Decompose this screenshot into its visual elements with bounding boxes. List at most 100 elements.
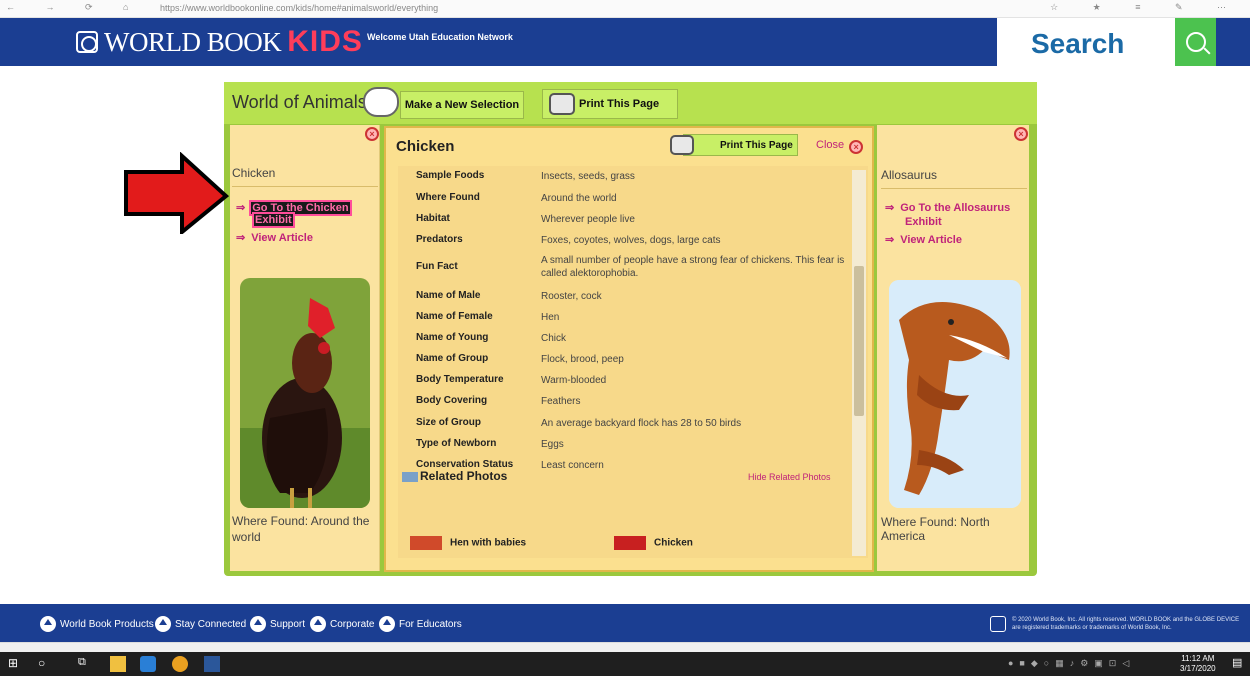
footer-link-educators[interactable]: For Educators [379, 616, 462, 632]
fact-label: Name of Female [416, 311, 493, 322]
page-horizontal-scrollbar[interactable] [0, 642, 1250, 652]
arrow-right-icon: ⇒ [236, 202, 246, 214]
search-label: Search [1031, 28, 1125, 59]
browser-actions-icons[interactable]: ☆ ★ ≡ ✎ ⋯ [1050, 2, 1242, 13]
detail-print-label: Print This Page [720, 140, 793, 151]
left-where-found: Where Found: Around the world [232, 514, 370, 544]
world-book-globe-icon [990, 616, 1006, 632]
facts-scroll-area[interactable]: Sample Foods Insects, seeds, grass Where F… [398, 166, 868, 558]
detail-header: Chicken Print This Page Close × [386, 128, 872, 160]
allosaurus-image [889, 280, 1021, 508]
animal-detail-panel: Chicken Print This Page Close × Sample F… [384, 126, 874, 572]
animals-toolbar: World of Animals Make a New Selection Pr… [224, 82, 1037, 124]
fact-label: Name of Young [416, 332, 489, 343]
divider [232, 186, 378, 187]
fact-label: Body Covering [416, 395, 488, 406]
fact-label: Where Found [416, 192, 480, 203]
printer-icon [549, 93, 575, 115]
facts-scrollbar[interactable] [852, 170, 866, 556]
pointing-hand-icon [363, 87, 399, 117]
related-photo-chicken[interactable]: Chicken [614, 536, 693, 550]
up-arrow-icon [40, 616, 56, 632]
system-tray-icons[interactable]: ●■◆○▦♪⚙▣⊡◁ [1008, 658, 1135, 669]
footer-link-corporate[interactable]: Corporate [310, 616, 374, 632]
fact-value: Hen [541, 312, 560, 323]
windows-taskbar: ⊞ ○ ⧉ ●■◆○▦♪⚙▣⊡◁ 11:12 AM 3/17/2020 ▤ [0, 652, 1250, 676]
search-field[interactable]: Search [997, 18, 1175, 66]
goto-chicken-exhibit-link[interactable]: ⇒ Go To the Chicken [236, 200, 352, 216]
detail-close-button[interactable]: Close × [816, 138, 864, 154]
allosaurus-photo[interactable] [889, 280, 1021, 508]
view-article-link[interactable]: ⇒ View Article [236, 231, 313, 244]
detail-print-button[interactable]: Print This Page [670, 134, 798, 156]
chrome-browser-icon[interactable] [172, 656, 188, 672]
taskbar-clock[interactable]: 11:12 AM 3/17/2020 [1180, 654, 1216, 674]
arrow-right-icon: ⇒ [885, 234, 895, 246]
right-animal-card: × Allosaurus ⇒ Go To the Allosaurus Exhib… [877, 125, 1029, 571]
copyright-text: © 2020 World Book, Inc. All rights reser… [1012, 617, 1240, 631]
camera-icon [402, 471, 418, 482]
fact-value: Wherever people live [541, 214, 635, 225]
welcome-text: Welcome Utah Education Network [367, 32, 513, 42]
windows-start-icon[interactable]: ⊞ [8, 656, 24, 672]
chicken-photo[interactable] [240, 278, 370, 508]
browser-nav-icons[interactable]: ← → ⟳ ⌂ [6, 2, 142, 13]
notifications-icon[interactable]: ▤ [1232, 656, 1248, 672]
up-arrow-icon [155, 616, 171, 632]
print-page-label: Print This Page [579, 98, 660, 110]
search-button[interactable] [1175, 18, 1216, 66]
logo-world-book: WORLD BOOK [104, 26, 282, 57]
fact-label: Predators [416, 234, 463, 245]
fact-value: A small number of people have a strong f… [541, 255, 845, 279]
scrollbar-thumb[interactable] [854, 266, 864, 416]
new-selection-label: Make a New Selection [404, 99, 520, 111]
divider [881, 188, 1027, 189]
arrow-right-icon: ⇒ [236, 232, 246, 244]
fact-value: Insects, seeds, grass [541, 171, 635, 182]
photo-thumbnail [410, 536, 442, 550]
search-taskbar-icon[interactable]: ○ [38, 656, 54, 672]
close-right-icon[interactable]: × [1014, 127, 1028, 141]
fact-value: Warm-blooded [541, 375, 607, 386]
up-arrow-icon [250, 616, 266, 632]
world-book-kids-logo[interactable]: WORLD BOOK KIDS [76, 25, 363, 58]
chicken-image [240, 278, 370, 508]
word-icon[interactable] [204, 656, 220, 672]
file-explorer-icon[interactable] [110, 656, 126, 672]
animals-panel: World of Animals Make a New Selection Pr… [224, 82, 1037, 576]
related-photo-hen-with-babies[interactable]: Hen with babies [410, 536, 526, 550]
footer-link-support[interactable]: Support [250, 616, 305, 632]
fact-value: An average backyard flock has 28 to 50 b… [541, 418, 742, 429]
goto-allosaurus-exhibit-link-line2[interactable]: Exhibit [905, 216, 942, 228]
globe-logo-icon [76, 31, 98, 53]
hide-related-photos-link[interactable]: Hide Related Photos [748, 472, 831, 482]
fact-label: Sample Foods [416, 170, 485, 181]
footer-link-stay-connected[interactable]: Stay Connected [155, 616, 246, 632]
fact-label: Type of Newborn [416, 438, 497, 449]
detail-title: Chicken [396, 138, 455, 155]
close-left-icon[interactable]: × [365, 127, 379, 141]
close-label: Close [816, 139, 845, 151]
print-page-button[interactable]: Print This Page [542, 89, 678, 119]
fact-label: Habitat [416, 213, 450, 224]
fact-value: Around the world [541, 193, 617, 204]
fact-label: Name of Group [416, 353, 489, 364]
view-article-link[interactable]: ⇒ View Article [885, 233, 962, 246]
up-arrow-icon [310, 616, 326, 632]
clock-date: 3/17/2020 [1180, 664, 1216, 673]
new-selection-button[interactable]: Make a New Selection [400, 91, 524, 119]
goto-chicken-exhibit-link-line2[interactable]: Exhibit [252, 212, 295, 228]
fact-value: Foxes, coyotes, wolves, dogs, large cats [541, 235, 721, 246]
fact-value: Feathers [541, 396, 581, 407]
close-icon: × [849, 140, 864, 154]
footer-link-products[interactable]: World Book Products [40, 616, 154, 632]
address-bar[interactable]: https://www.worldbookonline.com/kids/hom… [160, 3, 438, 13]
search-icon [1185, 32, 1206, 52]
site-footer: World Book Products Stay Connected Suppo… [0, 604, 1250, 642]
arrow-right-icon: ⇒ [885, 202, 895, 214]
edge-browser-icon[interactable] [140, 656, 156, 672]
fact-value: Chick [541, 333, 567, 344]
related-photos-title: Related Photos [402, 469, 507, 483]
goto-allosaurus-exhibit-link[interactable]: ⇒ Go To the Allosaurus [885, 201, 1010, 214]
task-view-icon[interactable]: ⧉ [78, 656, 94, 672]
